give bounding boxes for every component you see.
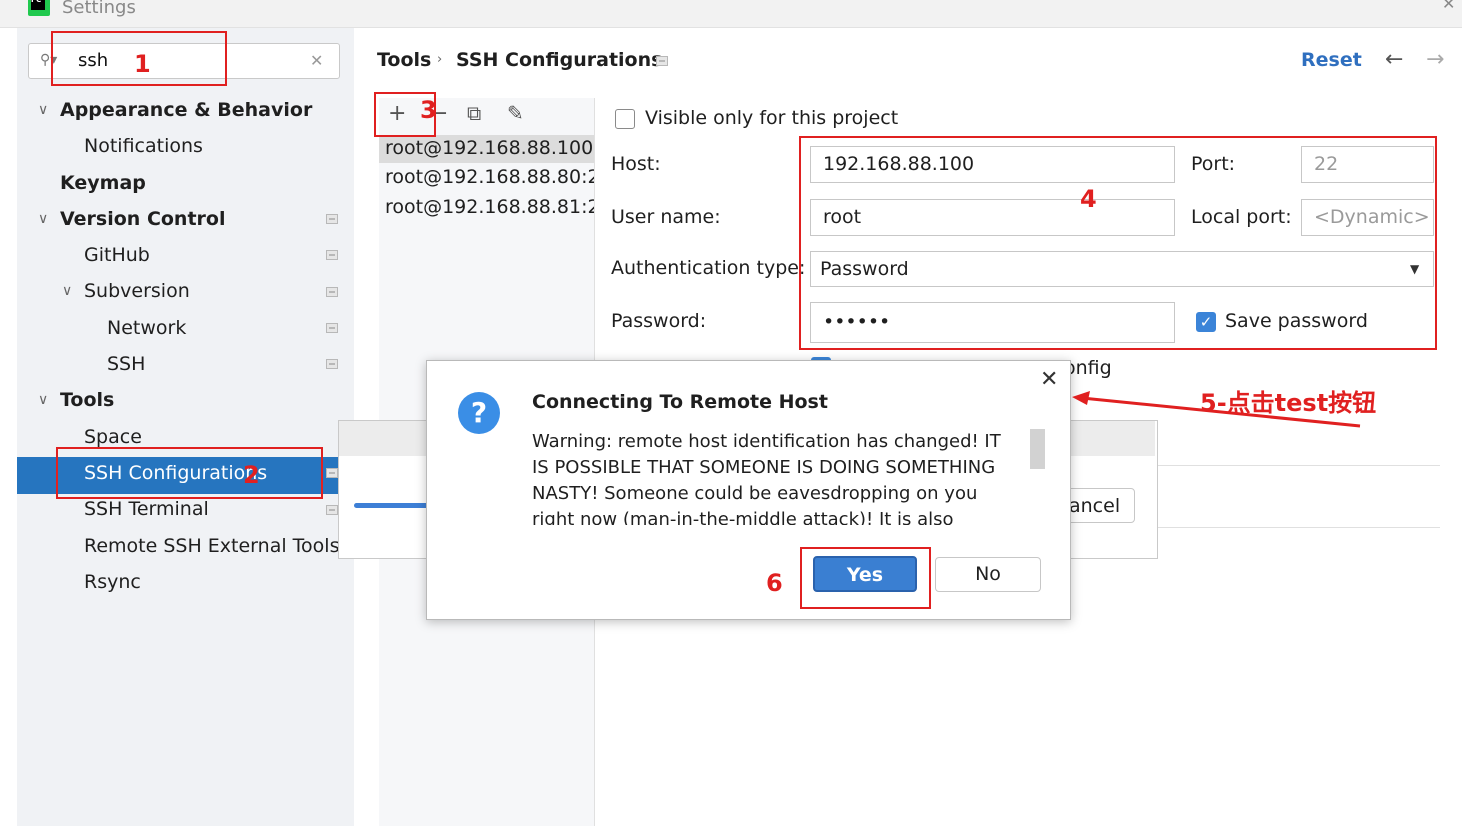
annotation-box-2 — [56, 447, 323, 499]
dialog-title: Connecting To Remote Host — [532, 391, 828, 413]
username-label: User name: — [611, 206, 721, 228]
project-scope-icon — [326, 505, 338, 515]
question-icon: ? — [458, 392, 500, 434]
project-scope-icon — [326, 250, 338, 260]
sidebar-item-ssh-terminal[interactable]: SSH Terminal — [84, 498, 209, 520]
sidebar-item-network[interactable]: Network — [107, 317, 186, 339]
visible-only-checkbox[interactable] — [615, 109, 635, 129]
app-logo-text: PC — [31, 0, 45, 10]
progress-bar — [354, 503, 429, 508]
sidebar-item-space[interactable]: Space — [84, 426, 142, 448]
project-scope-icon — [656, 56, 668, 66]
annotation-arrow-icon — [1072, 391, 1361, 428]
auth-type-label: Authentication type: — [611, 257, 806, 279]
list-item[interactable]: root@192.168.88.80:22 — [385, 166, 594, 188]
dialog-message: Warning: remote host identification has … — [532, 431, 1001, 525]
project-scope-icon — [326, 359, 338, 369]
config-option-label: onfig — [1064, 357, 1112, 379]
window-title: Settings — [62, 0, 136, 18]
project-scope-icon — [326, 287, 338, 297]
back-arrow-icon[interactable]: ← — [1385, 47, 1403, 72]
close-icon[interactable]: ✕ — [1040, 367, 1058, 392]
forward-arrow-icon[interactable]: → — [1426, 47, 1444, 72]
host-label: Host: — [611, 153, 661, 175]
list-item[interactable]: root@192.168.88.81:22 — [385, 196, 594, 218]
visible-only-label: Visible only for this project — [645, 107, 899, 129]
reset-link[interactable]: Reset — [1301, 49, 1362, 71]
project-scope-icon — [326, 214, 338, 224]
sidebar-item-remote-ssh-external-tools[interactable]: Remote SSH External Tools — [84, 535, 339, 557]
annotation-number-3: 3 — [420, 96, 437, 124]
sidebar-item-version-control[interactable]: Version Control — [60, 208, 225, 230]
breadcrumb-parent[interactable]: Tools — [377, 49, 431, 71]
no-button[interactable]: No — [935, 557, 1041, 592]
divider — [1156, 465, 1440, 466]
sidebar-item-ssh[interactable]: SSH — [107, 353, 145, 375]
sidebar-item-subversion[interactable]: Subversion — [84, 280, 190, 302]
breadcrumb-separator-icon: › — [437, 52, 443, 67]
cancel-button[interactable]: ancel — [1060, 488, 1135, 523]
sidebar-item-github[interactable]: GitHub — [84, 244, 150, 266]
window-close-icon[interactable]: ✕ — [1442, 0, 1455, 13]
annotation-number-4: 4 — [1080, 185, 1097, 213]
project-scope-icon — [326, 468, 338, 478]
copy-icon[interactable]: ⧉ — [467, 101, 481, 125]
annotation-box-6 — [800, 547, 931, 609]
password-label: Password: — [611, 310, 707, 332]
app-logo-icon: PC — [28, 0, 50, 16]
sidebar-item-rsync[interactable]: Rsync — [84, 571, 141, 593]
annotation-number-2: 2 — [243, 461, 260, 489]
chevron-down-icon[interactable]: ∨ — [38, 392, 48, 408]
annotation-number-1: 1 — [134, 50, 151, 78]
sidebar-item-notifications[interactable]: Notifications — [84, 135, 203, 157]
list-item[interactable]: root@192.168.88.100:22 — [385, 137, 594, 159]
page-title: SSH Configurations — [456, 49, 663, 71]
title-bar — [0, 0, 1462, 28]
sidebar-item-keymap[interactable]: Keymap — [60, 172, 146, 194]
annotation-number-6: 6 — [766, 569, 783, 597]
sidebar-item-tools[interactable]: Tools — [60, 389, 114, 411]
project-scope-icon — [326, 323, 338, 333]
divider — [1156, 527, 1440, 528]
edit-icon[interactable]: ✎ — [507, 101, 524, 125]
sidebar-item-appearance-behavior[interactable]: Appearance & Behavior — [60, 99, 312, 121]
chevron-down-icon[interactable]: ∨ — [62, 283, 72, 299]
chevron-down-icon[interactable]: ∨ — [38, 211, 48, 227]
clear-search-icon[interactable]: ✕ — [310, 51, 323, 70]
annotation-box-4 — [799, 136, 1437, 350]
scrollbar-thumb[interactable] — [1030, 429, 1045, 469]
chevron-down-icon[interactable]: ∨ — [38, 102, 48, 118]
